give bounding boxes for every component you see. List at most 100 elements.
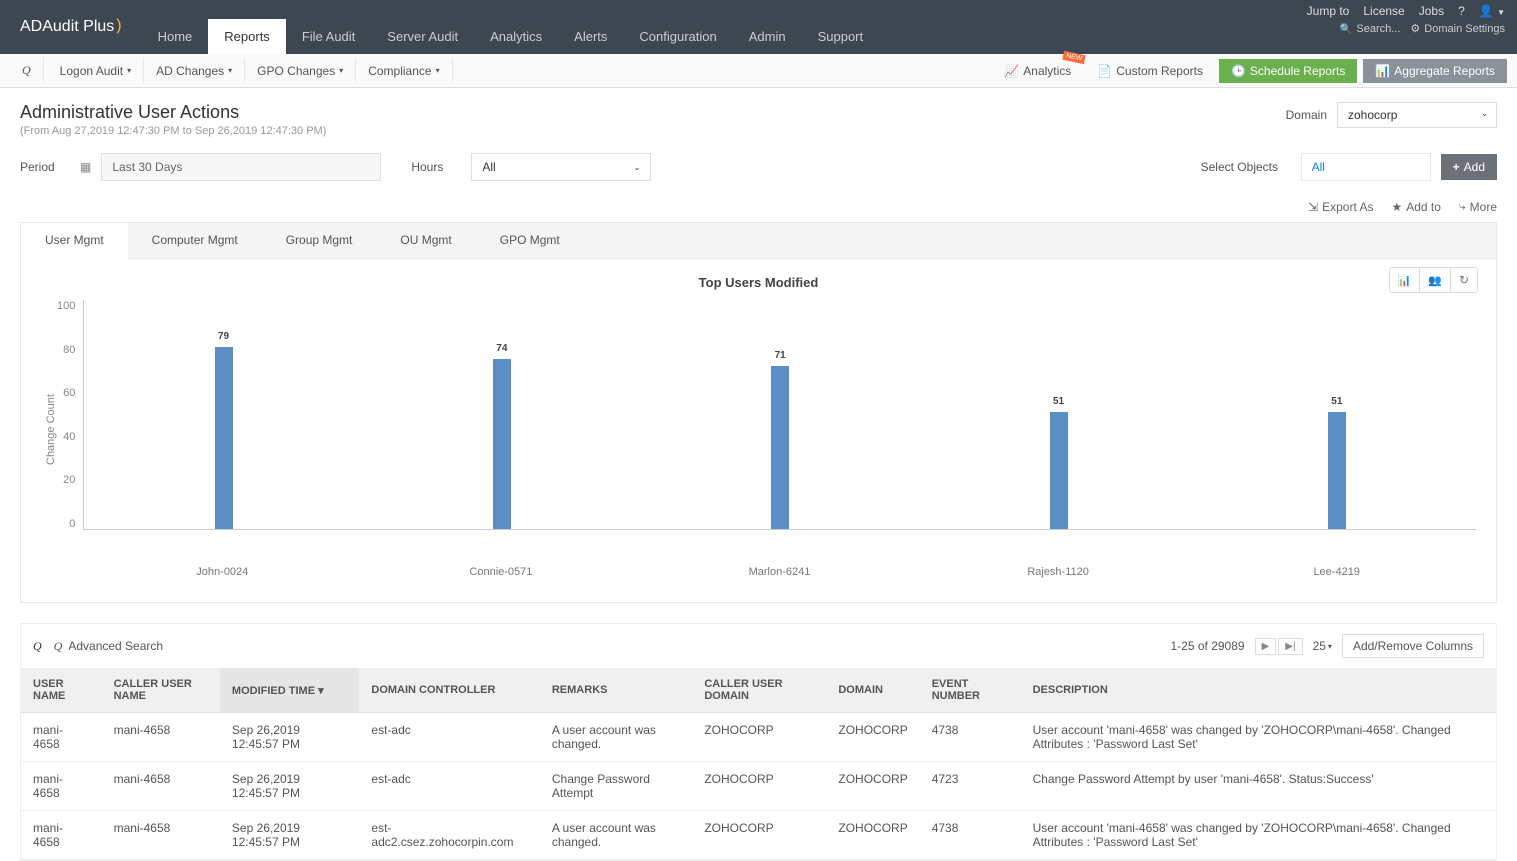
table-search-icon[interactable] <box>33 639 42 654</box>
domain-value: zohocorp <box>1348 108 1397 122</box>
bar-rect <box>215 347 233 529</box>
col-header-modified-time[interactable]: MODIFIED TIME ▾ <box>220 668 359 713</box>
table-row[interactable]: mani-4658mani-4658Sep 26,2019 12:45:57 P… <box>21 811 1496 860</box>
chart-users-button[interactable] <box>1419 268 1450 292</box>
more-button[interactable]: More <box>1459 199 1497 214</box>
table-header-row: USER NAMECALLER USER NAMEMODIFIED TIME ▾… <box>21 668 1496 713</box>
main-nav-server-audit[interactable]: Server Audit <box>371 19 474 54</box>
col-header-domain-controller[interactable]: DOMAIN CONTROLLER <box>359 668 539 713</box>
cell: mani-4658 <box>21 762 102 811</box>
x-axis: John-0024Connie-0571Marlon-6241Rajesh-11… <box>83 566 1476 582</box>
tab-group-mgmt[interactable]: Group Mgmt <box>262 223 377 258</box>
table-row[interactable]: mani-4658mani-4658Sep 26,2019 12:45:57 P… <box>21 713 1496 762</box>
user-menu[interactable]: ▼ <box>1479 4 1505 18</box>
adv-search-label: Advanced Search <box>68 639 163 653</box>
hours-select[interactable]: All⌄ <box>471 153 651 181</box>
export-as-button[interactable]: Export As <box>1308 199 1373 214</box>
aggregate-reports-button[interactable]: 📊 Aggregate Reports <box>1363 59 1507 83</box>
cell: ZOHOCORP <box>826 811 919 860</box>
star-icon <box>1391 200 1402 214</box>
page-size-value: 25 <box>1313 639 1326 653</box>
advanced-search-button[interactable]: Advanced Search <box>54 639 163 654</box>
main-nav-configuration[interactable]: Configuration <box>623 19 732 54</box>
main-nav-alerts[interactable]: Alerts <box>558 19 623 54</box>
main-nav-analytics[interactable]: Analytics <box>474 19 558 54</box>
period-input[interactable]: Last 30 Days <box>101 153 381 181</box>
plot-area: 79 74 71 51 51 <box>83 300 1476 530</box>
chevron-down-icon: ⌄ <box>1481 109 1488 118</box>
col-header-event-number[interactable]: EVENT NUMBER <box>920 668 1021 713</box>
page-size-select[interactable]: 25▾ <box>1313 639 1332 653</box>
custom-reports-label: Custom Reports <box>1116 64 1203 78</box>
add-remove-columns-button[interactable]: Add/Remove Columns <box>1342 634 1484 658</box>
table-row[interactable]: mani-4658mani-4658Sep 26,2019 12:45:57 P… <box>21 762 1496 811</box>
col-header-domain[interactable]: DOMAIN <box>826 668 919 713</box>
col-header-user-name[interactable]: USER NAME <box>21 668 102 713</box>
domain-select[interactable]: zohocorp ⌄ <box>1337 102 1497 128</box>
main-nav-home[interactable]: Home <box>142 19 209 54</box>
bar-John-0024[interactable]: 79 <box>215 347 233 529</box>
tab-computer-mgmt[interactable]: Computer Mgmt <box>128 223 262 258</box>
main-nav-support[interactable]: Support <box>802 19 880 54</box>
aggregate-label: Aggregate Reports <box>1394 64 1495 78</box>
bar-rect <box>1050 412 1068 529</box>
tab-ou-mgmt[interactable]: OU Mgmt <box>376 223 475 258</box>
pager-last-button[interactable]: ▶| <box>1278 638 1302 655</box>
sub-nav-ad-changes[interactable]: AD Changes ▾ <box>144 58 245 84</box>
calendar-icon[interactable] <box>80 160 91 174</box>
col-header-remarks[interactable]: REMARKS <box>540 668 692 713</box>
cell: ZOHOCORP <box>692 713 826 762</box>
help-link[interactable]: ? <box>1458 4 1465 18</box>
main-nav-admin[interactable]: Admin <box>733 19 802 54</box>
bar-Lee-4219[interactable]: 51 <box>1328 412 1346 529</box>
y-tick: 40 <box>63 431 75 443</box>
domain-settings-label: Domain Settings <box>1424 23 1505 35</box>
sub-nav-logon-audit[interactable]: Logon Audit ▾ <box>48 58 144 84</box>
objects-select[interactable]: All <box>1301 153 1431 181</box>
bar-rect <box>1328 412 1346 529</box>
cell: est-adc <box>359 713 539 762</box>
sub-nav-search-icon[interactable] <box>10 57 44 84</box>
tree-icon <box>1459 199 1466 214</box>
add-objects-button[interactable]: Add <box>1441 154 1497 180</box>
col-header-caller-user-domain[interactable]: CALLER USER DOMAIN <box>692 668 826 713</box>
objects-value: All <box>1312 160 1325 174</box>
x-tick-label: Marlon-6241 <box>749 566 811 578</box>
add-to-button[interactable]: Add to <box>1391 199 1440 214</box>
main-nav-file-audit[interactable]: File Audit <box>286 19 371 54</box>
sub-nav-compliance[interactable]: Compliance ▾ <box>356 58 452 84</box>
tab-user-mgmt[interactable]: User Mgmt <box>21 223 128 259</box>
chart-refresh-button[interactable] <box>1450 268 1477 292</box>
domain-settings-link[interactable]: Domain Settings <box>1410 22 1505 35</box>
cell: mani-4658 <box>102 811 220 860</box>
sub-nav-gpo-changes[interactable]: GPO Changes ▾ <box>245 58 356 84</box>
col-header-caller-user-name[interactable]: CALLER USER NAME <box>102 668 220 713</box>
col-header-description[interactable]: DESCRIPTION <box>1021 668 1496 713</box>
jobs-link[interactable]: Jobs <box>1419 4 1444 18</box>
main-nav-reports[interactable]: Reports <box>208 19 286 54</box>
schedule-reports-button[interactable]: 🕒 Schedule Reports <box>1219 59 1357 83</box>
chevron-down-icon: ▼ <box>1497 8 1505 17</box>
page-subtitle: (From Aug 27,2019 12:47:30 PM to Sep 26,… <box>20 125 326 137</box>
addto-label: Add to <box>1406 200 1441 214</box>
cell: ZOHOCORP <box>692 762 826 811</box>
chart-container: Top Users Modified Change Count 10080604… <box>20 259 1497 603</box>
analytics-button[interactable]: NEW 📈Analytics <box>994 59 1081 83</box>
top-right: Jump to License Jobs ? ▼ Search... Domai… <box>1307 0 1517 54</box>
chart-title: Top Users Modified <box>41 269 1476 300</box>
tab-gpo-mgmt[interactable]: GPO Mgmt <box>476 223 584 258</box>
jump-to-link[interactable]: Jump to <box>1307 4 1350 18</box>
pager-next-button[interactable]: ▶ <box>1255 638 1277 655</box>
cell: mani-4658 <box>102 713 220 762</box>
gear-icon <box>1410 22 1420 35</box>
x-tick-label: John-0024 <box>196 566 248 578</box>
bar-Connie-0571[interactable]: 74 <box>493 359 511 529</box>
magnifier-icon <box>22 63 31 78</box>
bar-Rajesh-1120[interactable]: 51 <box>1050 412 1068 529</box>
chart-config-button[interactable] <box>1390 268 1420 292</box>
global-search[interactable]: Search... <box>1340 23 1400 35</box>
bar-Marlon-6241[interactable]: 71 <box>771 366 789 529</box>
chevron-down-icon: ▾ <box>339 66 343 75</box>
custom-reports-button[interactable]: 📄Custom Reports <box>1087 59 1213 83</box>
license-link[interactable]: License <box>1363 4 1404 18</box>
